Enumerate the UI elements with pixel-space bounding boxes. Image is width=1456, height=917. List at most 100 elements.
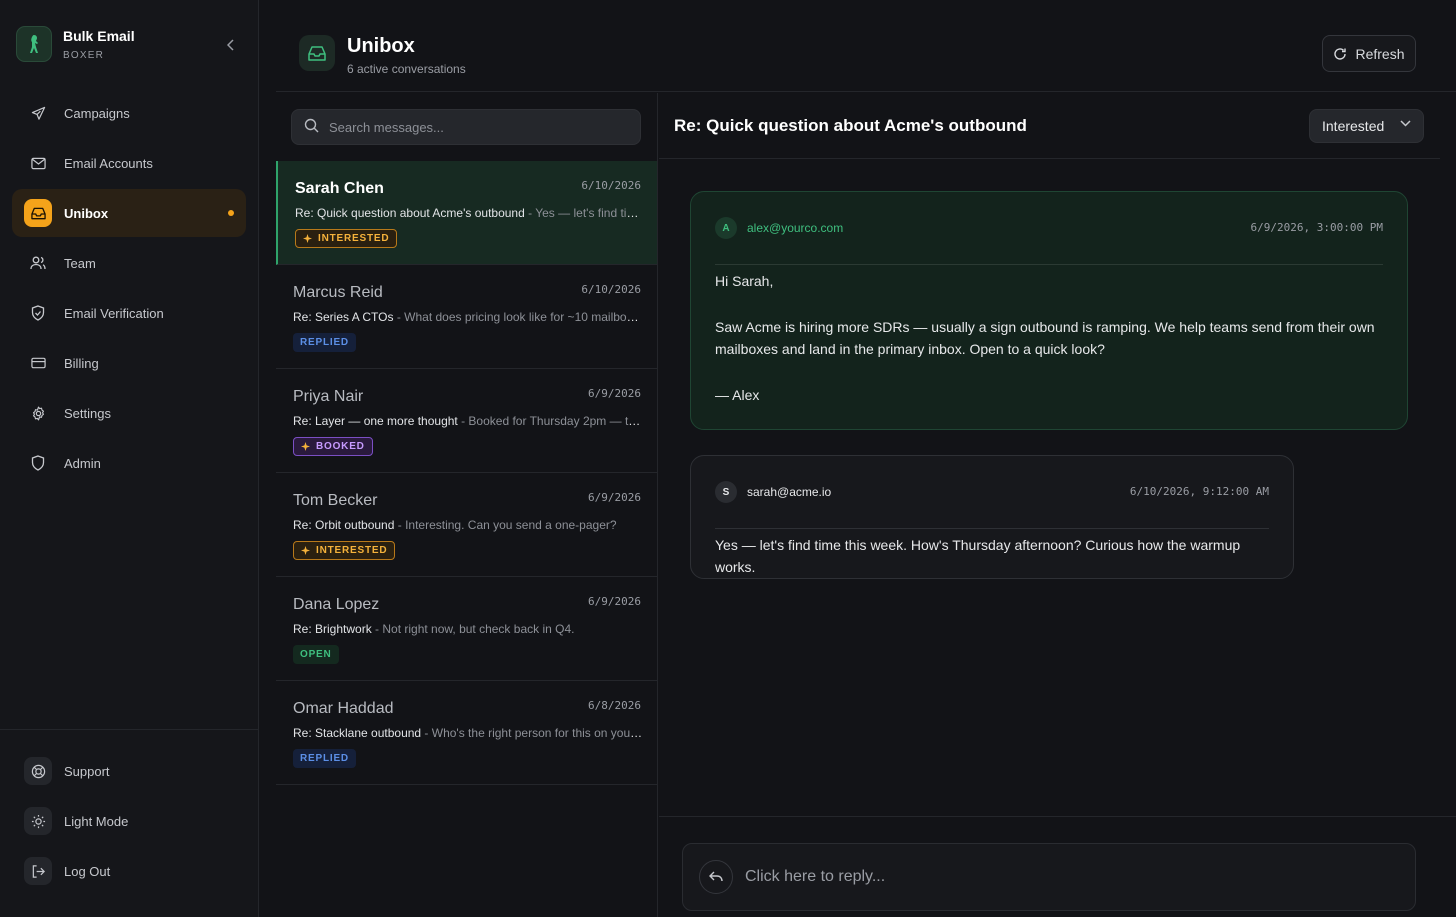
refresh-button[interactable]: Refresh [1322,35,1416,72]
sidebar-item-campaigns[interactable]: Campaigns [12,89,246,137]
conversation-date: 6/9/2026 [588,491,641,504]
reply-icon [699,860,733,894]
conversation-item[interactable]: Dana Lopez 6/9/2026 Re: Brightwork - Not… [276,577,657,681]
conversation-item[interactable]: Omar Haddad 6/8/2026 Re: Stacklane outbo… [276,681,657,785]
brand-subtitle: BOXER [63,49,105,61]
thread-panel: Re: Quick question about Acme's outbound… [659,93,1456,917]
message-time: 6/9/2026, 3:00:00 PM [1250,221,1383,234]
shield-icon [30,455,46,471]
message-sender: alex@yourco.com [747,221,844,235]
support-label: Support [64,763,110,779]
contact-name: Priya Nair [293,388,364,405]
conversation-item[interactable]: Tom Becker 6/9/2026 Re: Orbit outbound -… [276,473,657,577]
lead-status-select[interactable]: Interested [1309,109,1424,143]
conversation-item[interactable]: Marcus Reid 6/10/2026 Re: Series A CTOs … [276,265,657,369]
refresh-icon [1333,47,1347,61]
unread-dot [228,210,234,216]
sidebar-item-email-accounts[interactable]: Email Accounts [12,139,246,187]
conversation-date: 6/9/2026 [588,595,641,608]
thread-header: Re: Quick question about Acme's outbound… [659,93,1440,159]
page-title: Unibox [347,35,415,57]
sidebar-item-unibox[interactable]: Unibox [12,189,246,237]
light-mode-label: Light Mode [64,813,129,829]
status-label: REPLIED [300,337,349,348]
conversation-preview: - Not right now, but check back in Q4. [371,622,575,636]
chevron-left-icon [227,39,234,51]
sparkle-icon [303,234,312,243]
search-box[interactable] [291,109,641,145]
log-out-button[interactable]: Log Out [0,846,259,896]
status-label: INTERESTED [318,233,390,244]
conversation-preview: - Interesting. Can you send a one-pager? [394,518,617,532]
page-subtitle: 6 active conversations [347,62,466,76]
status-badge: INTERESTED [295,229,398,248]
conversation-item[interactable]: Sarah Chen 6/10/2026 Re: Quick question … [276,161,657,265]
reply-box[interactable]: Click here to reply... [682,843,1416,911]
shield-check-icon [30,305,46,321]
conversation-snippet: Re: Layer — one more thought - Booked fo… [293,414,643,428]
conversation-list: Sarah Chen 6/10/2026 Re: Quick question … [276,161,657,785]
status-label: OPEN [300,649,332,660]
conversation-snippet: Re: Stacklane outbound - Who's the right… [293,726,643,740]
conversation-subject: Re: Stacklane outbound [293,726,422,740]
contact-name: Tom Becker [293,492,378,509]
sidebar-item-label: Email Verification [64,305,164,321]
gear-icon [30,405,46,421]
reply-placeholder: Click here to reply... [745,868,886,885]
logout-icon [24,857,52,885]
sparkle-icon [301,546,310,555]
sidebar-item-label: Team [64,255,96,271]
message-paragraph: Hi Sarah, [715,273,774,289]
conversation-subject: Re: Quick question about Acme's outbound [295,206,525,220]
status-badge: INTERESTED [293,541,396,560]
message-paragraph: — Alex [715,387,760,403]
brand[interactable]: Bulk Email BOXER [16,26,135,62]
users-icon [30,255,46,271]
message-inbound: S sarah@acme.io 6/10/2026, 9:12:00 AM Ye… [690,455,1294,579]
sun-icon [24,807,52,835]
sidebar-item-label: Settings [64,405,111,421]
conversation-item[interactable]: Priya Nair 6/9/2026 Re: Layer — one more… [276,369,657,473]
send-icon [30,105,46,121]
message-header: A alex@yourco.com 6/9/2026, 3:00:00 PM [715,217,1383,265]
message-body: Yes — let's find time this week. How's T… [715,534,1269,602]
sidebar-item-settings[interactable]: Settings [12,389,246,437]
search-input[interactable] [329,119,629,135]
sidebar-item-billing[interactable]: Billing [12,339,246,387]
conversation-snippet: Re: Orbit outbound - Interesting. Can yo… [293,518,643,532]
boxer-logo-icon [16,26,52,62]
collapse-sidebar-button[interactable] [222,36,240,54]
light-mode-toggle[interactable]: Light Mode [0,796,259,846]
mail-icon [30,155,46,171]
sidebar-item-label: Campaigns [64,105,130,121]
conversation-snippet: Re: Series A CTOs - What does pricing lo… [293,310,643,324]
search-icon [304,118,319,136]
contact-name: Marcus Reid [293,284,383,301]
lead-status-value: Interested [1322,118,1385,134]
sidebar-item-label: Email Accounts [64,155,153,171]
message-paragraph: Saw Acme is hiring more SDRs — usually a… [715,319,1375,357]
message-outbound: A alex@yourco.com 6/9/2026, 3:00:00 PM H… [690,191,1408,430]
brand-name: Bulk Email [63,27,135,44]
sidebar-item-team[interactable]: Team [12,239,246,287]
sidebar-item-admin[interactable]: Admin [12,439,246,487]
sidebar: Bulk Email BOXER Campaigns Email Account… [0,0,259,917]
support-button[interactable]: Support [0,746,259,796]
sidebar-item-email-verification[interactable]: Email Verification [12,289,246,337]
status-label: BOOKED [316,441,365,452]
status-badge: OPEN [293,645,339,664]
conversation-list-panel: Sarah Chen 6/10/2026 Re: Quick question … [276,93,658,917]
conversation-preview: - Who's the right person for this on you… [424,726,643,740]
main-nav: Campaigns Email Accounts Unibox Team Ema… [12,89,246,489]
message-time: 6/10/2026, 9:12:00 AM [1129,485,1269,498]
conversation-subject: Re: Orbit outbound [293,518,395,532]
avatar: S [715,481,737,503]
lifebuoy-icon [24,757,52,785]
sidebar-footer: Support Light Mode Log Out [0,729,259,896]
thread-title: Re: Quick question about Acme's outbound [674,116,1027,135]
sidebar-item-label: Unibox [64,205,109,221]
status-label: REPLIED [300,753,349,764]
conversation-date: 6/10/2026 [581,179,641,192]
conversation-date: 6/10/2026 [581,283,641,296]
inbox-icon [299,35,335,71]
